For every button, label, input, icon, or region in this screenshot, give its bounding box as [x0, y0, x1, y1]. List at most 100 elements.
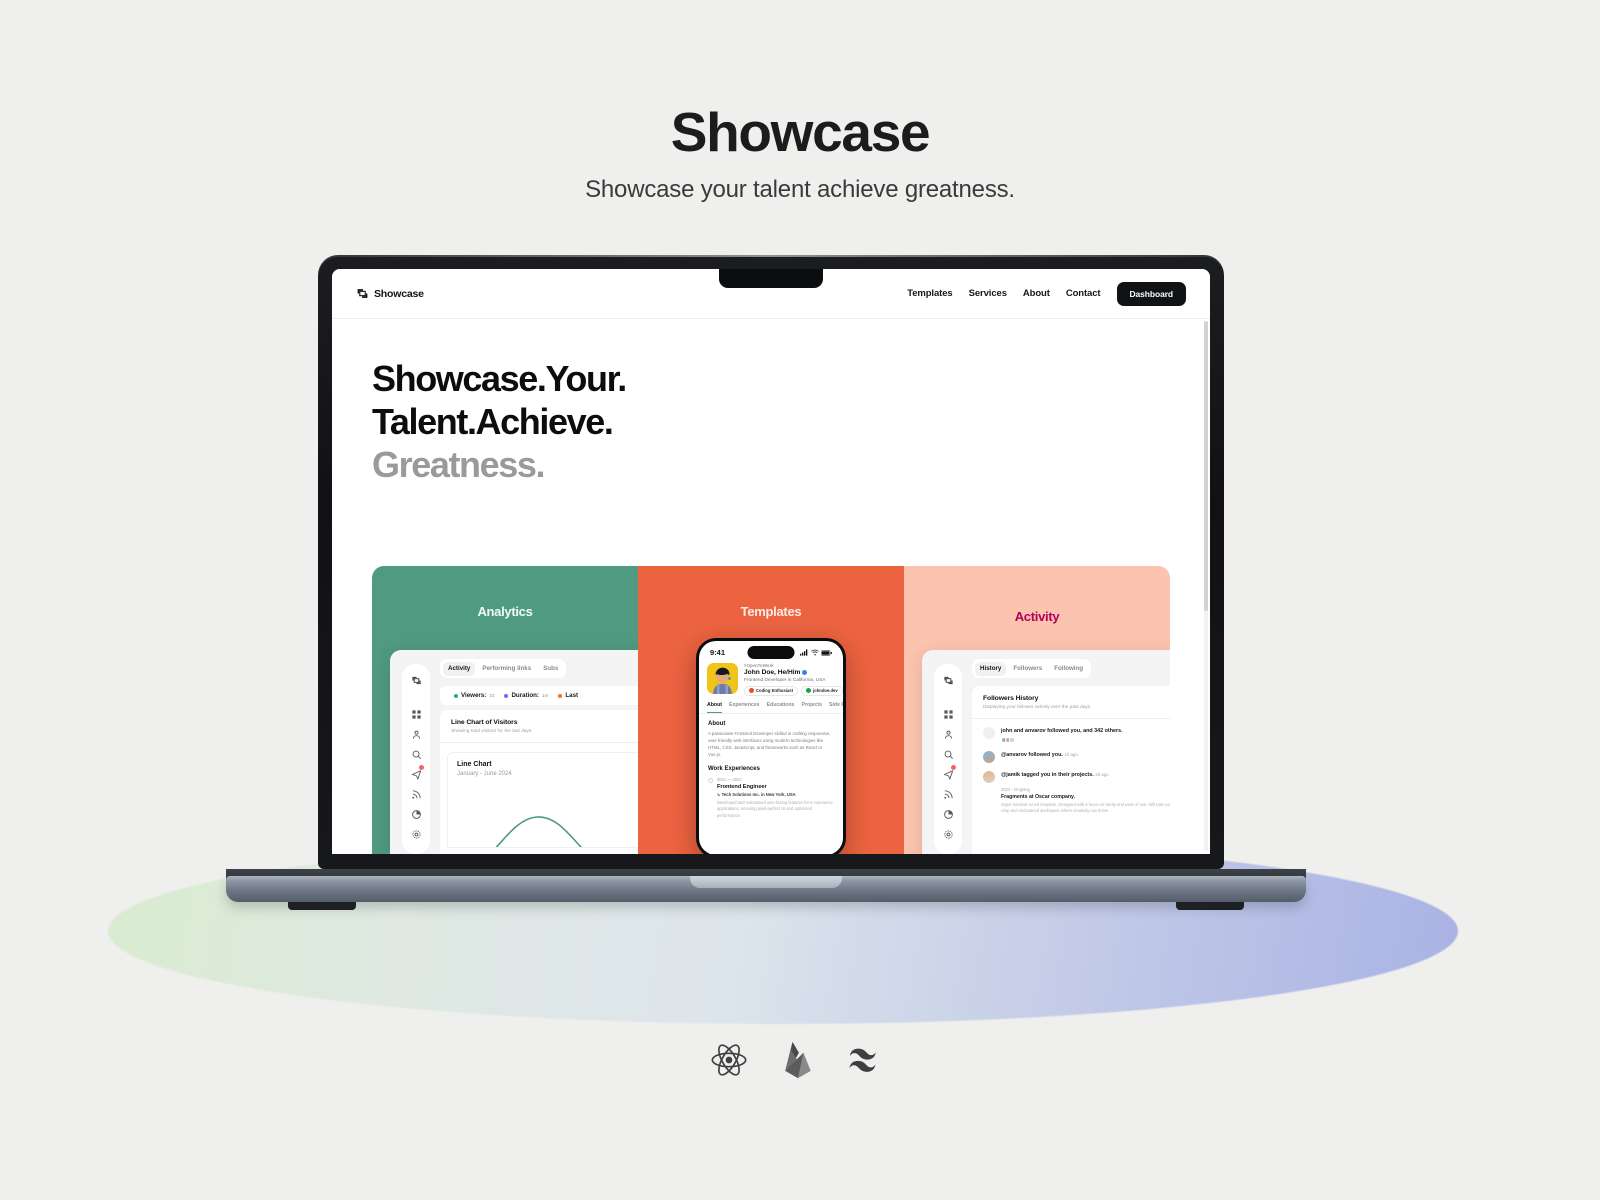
- laptop-mockup: Showcase Templates Services About Contac…: [0, 0, 1600, 1200]
- logo-icon: [411, 673, 422, 685]
- chip-icon: [806, 688, 811, 693]
- laptop-foot-left: [288, 902, 356, 910]
- work-experience-item: 2021 — 2023 Frontend Engineer ↳ Tech Sol…: [708, 777, 834, 820]
- phone-tab-about[interactable]: About: [707, 702, 722, 713]
- phone-status-icons: [800, 649, 832, 656]
- list-item[interactable]: john and anvarov followed you, and 342 o…: [983, 727, 1170, 744]
- logo-icon: [943, 673, 954, 685]
- analytics-tabs: Activity Performing links Subs: [440, 659, 567, 678]
- work-title: Frontend Engineer: [717, 783, 767, 790]
- activity-text-main: @anvarov followed you.: [1001, 752, 1063, 759]
- line-chart-sparkline: [495, 816, 582, 847]
- send-icon[interactable]: [943, 765, 956, 780]
- phone-tab-projects[interactable]: Projects: [802, 702, 822, 713]
- nav-links: Templates Services About Contact Dashboa…: [907, 281, 1186, 306]
- phone-tabs: About Experiences Educations Projects Si…: [699, 696, 843, 714]
- brand-logo[interactable]: Showcase: [356, 287, 424, 300]
- followers-history-title: Followers History: [983, 695, 1039, 702]
- stat-viewers: Viewers: 23: [454, 692, 494, 699]
- mini-avatar-stack: [1001, 737, 1123, 744]
- pie-chart-icon[interactable]: [411, 807, 422, 819]
- send-icon[interactable]: [411, 765, 424, 780]
- page-scrollbar[interactable]: [1204, 321, 1208, 851]
- dashboard-button[interactable]: Dashboard: [1116, 281, 1186, 306]
- panel-templates[interactable]: Templates 9:41 #OpenToWork John Doe, He/…: [638, 566, 904, 854]
- battery-icon: [821, 649, 832, 656]
- firebase-logo: [781, 1040, 815, 1080]
- search-icon[interactable]: [411, 747, 422, 759]
- list-item[interactable]: @anvarov followed you. 1h ago: [983, 751, 1170, 764]
- phone-tab-experiences[interactable]: Experiences: [729, 702, 760, 713]
- chip-label: Coding Enthusiast: [756, 688, 793, 693]
- laptop-lid: Showcase Templates Services About Contac…: [318, 255, 1224, 869]
- search-icon[interactable]: [943, 747, 954, 759]
- chart-card-subtitle: Showing total visitors for the last days…: [451, 729, 533, 734]
- dashboard-sidebar-rail: [934, 664, 962, 854]
- panel-analytics-title: Analytics: [477, 604, 533, 619]
- chip-website[interactable]: johndoe.dev: [801, 685, 843, 696]
- open-to-work-label: #OpenToWork: [744, 663, 774, 668]
- react-logo: [709, 1040, 749, 1080]
- laptop-foot-right: [1176, 902, 1244, 910]
- panel-templates-title: Templates: [740, 604, 802, 619]
- tab-history[interactable]: History: [975, 661, 1007, 676]
- analytics-stat-bar: Viewers: 23 Duration: 1m Last: [440, 686, 638, 705]
- tab-subs[interactable]: Subs: [538, 662, 563, 676]
- notification-badge: [418, 765, 424, 770]
- phone-clock: 9:41: [710, 648, 726, 657]
- activity-time: 2d ago: [1095, 772, 1109, 778]
- nav-link-services[interactable]: Services: [969, 288, 1007, 299]
- phone-profile-header: #OpenToWork John Doe, He/Him Frontend De…: [699, 657, 843, 696]
- user-icon[interactable]: [943, 727, 954, 739]
- activity-tabs: History Followers Following: [972, 659, 1092, 678]
- panel-activity[interactable]: Activity History Followers Following Fol…: [904, 566, 1170, 854]
- cellular-signal-icon: [800, 649, 808, 656]
- work-description: Developed and maintained user-facing fea…: [717, 799, 833, 818]
- tagged-project: 2024 - Ongoing Fragments at Oscar compan…: [1001, 787, 1170, 815]
- avatar: [983, 771, 995, 784]
- nav-link-templates[interactable]: Templates: [907, 288, 952, 299]
- panel-analytics[interactable]: Analytics Activity Performing links Subs…: [372, 566, 638, 854]
- analytics-dashboard-mock: Activity Performing links Subs Viewers: …: [390, 650, 638, 854]
- project-name: Fragments at Oscar company.: [1001, 794, 1075, 801]
- line-chart-range: January - June 2024: [457, 771, 512, 777]
- avatar: [707, 663, 738, 694]
- gear-icon[interactable]: [943, 827, 954, 839]
- project-description: Super minimal SAAS template. Designed wi…: [1001, 802, 1170, 814]
- phone-tab-side-projects[interactable]: Side Pr: [829, 702, 843, 713]
- about-body: A passionate Frontend Developer skilled …: [708, 730, 831, 758]
- stat-duration-value: 1m: [541, 693, 549, 698]
- tab-performing-links[interactable]: Performing links: [477, 662, 536, 676]
- tab-followers[interactable]: Followers: [1008, 662, 1047, 676]
- analytics-chart-card: Line Chart of Visitors Showing total vis…: [440, 710, 638, 854]
- gear-icon[interactable]: [411, 827, 422, 839]
- profile-chips: Coding Enthusiast johndoe.dev: [744, 685, 843, 696]
- followers-history-subtitle: Displaying your follower activity over t…: [983, 705, 1092, 710]
- work-date: 2021 — 2023: [717, 776, 742, 782]
- rss-icon[interactable]: [943, 787, 954, 799]
- line-chart-title: Line Chart: [457, 761, 492, 768]
- rss-icon[interactable]: [411, 787, 422, 799]
- nav-link-about[interactable]: About: [1023, 288, 1050, 299]
- chip-icon: [749, 688, 754, 693]
- grid-icon[interactable]: [411, 707, 422, 719]
- panel-activity-title: Activity: [1014, 609, 1060, 624]
- hero-headline: Showcase.Your. Talent.Achieve. Greatness…: [372, 357, 1170, 487]
- user-icon[interactable]: [411, 727, 422, 739]
- activity-dashboard-mock: History Followers Following Followers Hi…: [922, 650, 1170, 854]
- phone-tab-educations[interactable]: Educations: [767, 702, 795, 713]
- nav-link-contact[interactable]: Contact: [1066, 288, 1101, 299]
- list-item[interactable]: @jamik tagged you in their projects. 2d …: [983, 771, 1170, 784]
- tab-activity[interactable]: Activity: [443, 661, 476, 676]
- stat-viewers-label: Viewers:: [461, 692, 487, 699]
- pie-chart-icon[interactable]: [943, 807, 954, 819]
- phone-mockup: 9:41 #OpenToWork John Doe, He/Him Fronte…: [696, 638, 846, 854]
- tab-following[interactable]: Following: [1049, 662, 1088, 676]
- about-heading: About: [708, 720, 726, 727]
- feature-panels: Analytics Activity Performing links Subs…: [372, 566, 1170, 854]
- grid-icon[interactable]: [943, 707, 954, 719]
- headline-line-1: Showcase.Your.: [372, 358, 627, 399]
- chip-coding-enthusiast[interactable]: Coding Enthusiast: [744, 685, 798, 696]
- chart-card-title: Line Chart of Visitors: [451, 719, 518, 726]
- verified-badge-icon: [802, 670, 808, 675]
